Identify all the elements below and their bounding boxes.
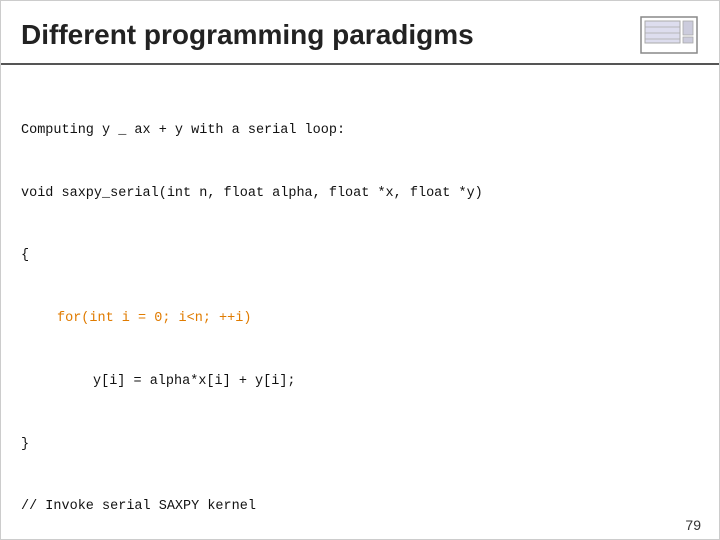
- page-number: 79: [685, 517, 701, 533]
- code-line-1: Computing y _ ax + y with a serial loop:: [21, 121, 699, 142]
- slide-footer: 79: [1, 513, 719, 539]
- code-content: Computing y _ ax + y with a serial loop:…: [1, 65, 719, 513]
- code-line-7: // Invoke serial SAXPY kernel: [21, 497, 699, 513]
- for-keyword: for(int i = 0; i<n; ++i): [57, 311, 251, 326]
- code-line-3: {: [21, 246, 699, 267]
- code-line-6: }: [21, 435, 699, 456]
- slide: Different programming paradigms Computin…: [0, 0, 720, 540]
- slide-header: Different programming paradigms: [1, 1, 719, 65]
- code-line-4: for(int i = 0; i<n; ++i): [57, 309, 699, 330]
- code-line-2: void saxpy_serial(int n, float alpha, fl…: [21, 184, 699, 205]
- code-line-5: y[i] = alpha*x[i] + y[i];: [93, 372, 699, 393]
- slide-title: Different programming paradigms: [21, 19, 474, 51]
- code-block: Computing y _ ax + y with a serial loop:…: [21, 79, 699, 513]
- logo-icon: [639, 15, 699, 55]
